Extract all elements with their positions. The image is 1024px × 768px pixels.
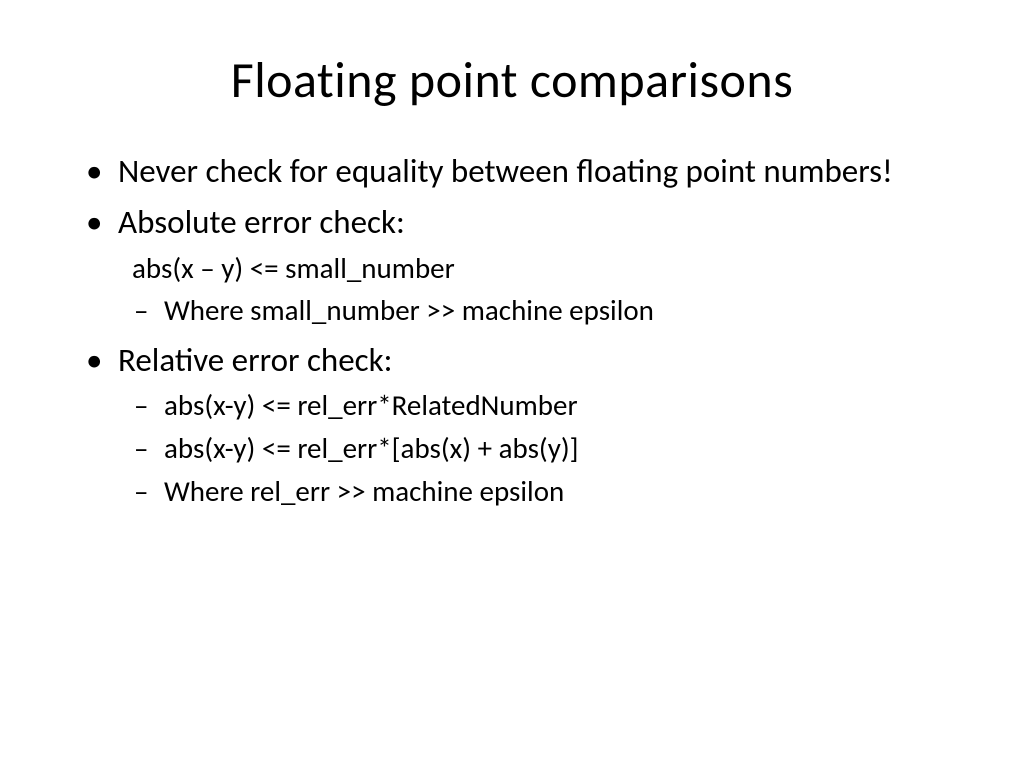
sub-bullet-text: Where rel_err >> machine epsilon bbox=[164, 473, 564, 509]
slide-title: Floating point comparisons bbox=[80, 50, 944, 111]
bullet-text: Absolute error check: bbox=[118, 202, 405, 242]
sub-bullet-item: Where rel_err >> machine epsilon bbox=[128, 473, 944, 511]
bullet-item: Relative error check: abs(x-y) <= rel_er… bbox=[80, 340, 944, 510]
sub-bullet-list: abs(x-y) <= rel_err*RelatedNumber abs(x-… bbox=[128, 387, 944, 510]
sub-bullet-text: abs(x-y) <= rel_err*[abs(x) + abs(y)] bbox=[164, 430, 579, 466]
sub-bullet-text: Where small_number >> machine epsilon bbox=[164, 292, 654, 328]
bullet-text: Never check for equality between floatin… bbox=[118, 151, 893, 191]
sub-bullet-list: abs(x – y) <= small_number Where small_n… bbox=[128, 250, 944, 330]
bullet-item: Never check for equality between floatin… bbox=[80, 151, 944, 192]
bullet-list: Never check for equality between floatin… bbox=[80, 151, 944, 510]
sub-bullet-text: abs(x – y) <= small_number bbox=[132, 250, 455, 286]
sub-bullet-item: abs(x – y) <= small_number bbox=[128, 250, 944, 288]
sub-bullet-item: Where small_number >> machine epsilon bbox=[128, 292, 944, 330]
sub-bullet-item: abs(x-y) <= rel_err*[abs(x) + abs(y)] bbox=[128, 430, 944, 468]
sub-bullet-text: abs(x-y) <= rel_err*RelatedNumber bbox=[164, 387, 578, 423]
bullet-item: Absolute error check: abs(x – y) <= smal… bbox=[80, 202, 944, 330]
bullet-text: Relative error check: bbox=[118, 340, 392, 380]
sub-bullet-item: abs(x-y) <= rel_err*RelatedNumber bbox=[128, 387, 944, 425]
